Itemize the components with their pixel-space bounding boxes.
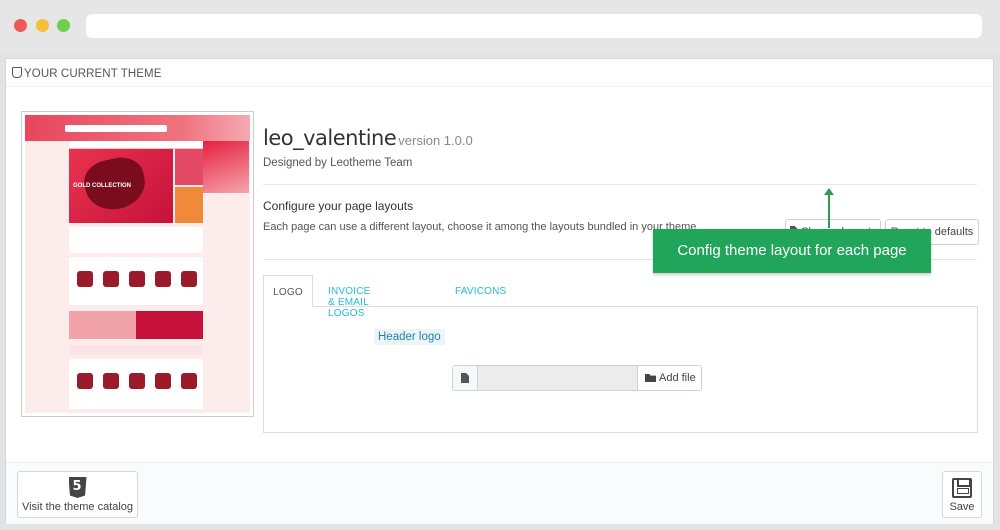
preview-product <box>103 373 119 389</box>
catalog-label: Visit the theme catalog <box>21 501 134 513</box>
divider <box>263 184 977 185</box>
current-theme-panel: YOUR CURRENT THEME GOLD COLLECTION leo_v… <box>5 58 994 524</box>
preview-brands-row <box>69 345 203 355</box>
preview-searchbar <box>65 125 167 132</box>
theme-preview-canvas: GOLD COLLECTION <box>25 115 250 413</box>
theme-name-text: leo_valentine <box>263 126 397 150</box>
file-icon <box>461 373 469 383</box>
tab-invoice-email-logos[interactable]: INVOICE & EMAIL LOGOS <box>328 275 371 319</box>
preview-product <box>129 373 145 389</box>
header-logo-file-upload: Add file <box>452 365 702 391</box>
address-bar[interactable] <box>86 14 982 38</box>
theme-author: Designed by Leotheme Team <box>263 157 413 169</box>
header-logo-label: Header logo <box>374 329 445 345</box>
theme-name: leo_valentine version 1.0.0 <box>263 126 473 150</box>
preview-nav <box>69 141 203 149</box>
layouts-title: Configure your page layouts <box>263 199 414 213</box>
preview-product <box>129 271 145 287</box>
close-window-dot[interactable] <box>14 19 27 32</box>
annotation-arrow-line <box>828 192 830 228</box>
add-file-label: Add file <box>659 372 696 384</box>
shield-icon <box>12 67 22 78</box>
preview-promo-row <box>69 311 203 339</box>
panel-footer: 5 Visit the theme catalog Save <box>6 462 993 524</box>
preview-products-row-2 <box>69 359 203 409</box>
preview-products-row <box>69 257 203 305</box>
folder-open-icon <box>645 374 656 382</box>
preview-hero-text: GOLD COLLECTION <box>73 183 131 189</box>
preview-product <box>155 373 171 389</box>
maximize-window-dot[interactable] <box>57 19 70 32</box>
save-label: Save <box>949 501 975 513</box>
floppy-disk-icon <box>952 478 972 498</box>
annotation-callout: Config theme layout for each page <box>653 229 931 273</box>
browser-chrome <box>0 0 1000 52</box>
html5-icon: 5 <box>68 477 87 498</box>
preview-side-banner-1 <box>175 149 203 185</box>
visit-theme-catalog-button[interactable]: 5 Visit the theme catalog <box>17 471 138 518</box>
preview-product <box>181 373 197 389</box>
file-addon <box>453 366 478 390</box>
preview-side-banner-2 <box>175 187 203 223</box>
add-file-button[interactable]: Add file <box>637 366 701 390</box>
preview-product <box>77 373 93 389</box>
save-button[interactable]: Save <box>942 471 982 518</box>
layouts-description: Each page can use a different layout, ch… <box>263 221 700 233</box>
preview-decor <box>203 141 249 193</box>
preview-product <box>77 271 93 287</box>
preview-product <box>181 271 197 287</box>
theme-preview-image: GOLD COLLECTION <box>21 111 254 417</box>
minimize-window-dot[interactable] <box>36 19 49 32</box>
preview-product <box>155 271 171 287</box>
panel-heading: YOUR CURRENT THEME <box>6 59 993 87</box>
tab-logo[interactable]: LOGO <box>263 275 313 307</box>
panel-title: YOUR CURRENT THEME <box>24 68 162 80</box>
theme-version: version 1.0.0 <box>398 133 473 148</box>
preview-features-row <box>69 227 203 253</box>
preview-product <box>103 271 119 287</box>
tab-favicons[interactable]: FAVICONS <box>455 275 506 307</box>
file-name-input[interactable] <box>478 366 637 390</box>
